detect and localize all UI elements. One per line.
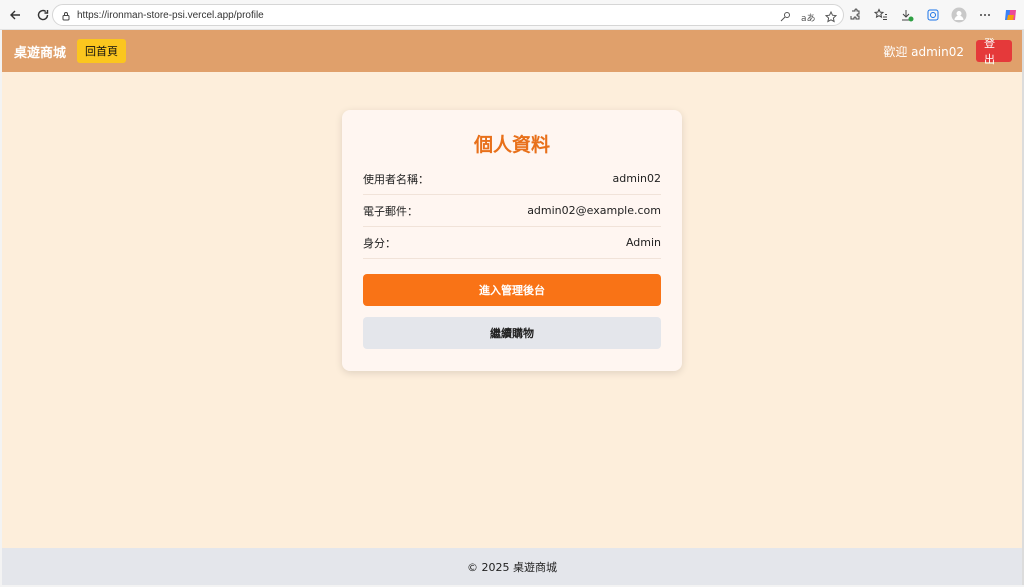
downloads-icon[interactable] (898, 4, 916, 26)
home-button[interactable]: 回首頁 (77, 39, 127, 63)
email-value: admin02@example.com (527, 204, 661, 217)
username-value: admin02 (612, 172, 661, 185)
welcome-text: 歡迎 admin02 (883, 45, 964, 59)
back-icon[interactable] (4, 4, 26, 26)
email-row: 電子郵件： admin02@example.com (363, 195, 661, 227)
refresh-icon[interactable] (32, 4, 54, 26)
site-header: 桌遊商城 回首頁 歡迎 admin02 登出 (2, 30, 1022, 72)
continue-shopping-button[interactable]: 繼續購物 (363, 317, 661, 349)
key-icon[interactable] (779, 8, 791, 27)
username-row: 使用者名稱： admin02 (363, 163, 661, 195)
collections-icon[interactable] (924, 4, 942, 26)
logout-button[interactable]: 登出 (976, 37, 1012, 66)
svg-text:aあ: aあ (801, 13, 815, 23)
url-text: https://ironman-store-psi.vercel.app/pro… (77, 9, 264, 21)
address-bar[interactable]: https://ironman-store-psi.vercel.app/pro… (52, 4, 844, 26)
read-aloud-icon[interactable]: aあ (801, 8, 816, 27)
username-label: 使用者名稱： (363, 172, 429, 186)
role-row: 身分： Admin (363, 227, 661, 259)
brand-logo[interactable]: 桌遊商城 (14, 42, 66, 61)
page-title: 個人資料 (473, 134, 550, 156)
admin-dashboard-button[interactable]: 進入管理後台 (363, 274, 661, 306)
profile-card: 個人資料 使用者名稱： admin02 電子郵件： admin02@exampl… (342, 110, 682, 371)
role-value: Admin (625, 236, 661, 249)
page-viewport: 桌遊商城 回首頁 歡迎 admin02 登出 個人資料 使用者名稱： admin… (2, 30, 1022, 585)
copilot-icon[interactable] (1002, 4, 1020, 26)
browser-toolbar: https://ironman-store-psi.vercel.app/pro… (0, 0, 1024, 30)
extensions-icon[interactable] (846, 4, 864, 26)
lock-icon (61, 6, 71, 25)
email-label: 電子郵件： (363, 204, 418, 218)
profile-avatar-icon[interactable] (950, 4, 968, 26)
role-label: 身分： (363, 236, 396, 250)
site-footer: © 2025 桌遊商城 (2, 548, 1022, 585)
more-menu-icon[interactable] (976, 4, 994, 26)
favorite-star-icon[interactable] (824, 8, 838, 27)
favorites-icon[interactable] (872, 4, 890, 26)
